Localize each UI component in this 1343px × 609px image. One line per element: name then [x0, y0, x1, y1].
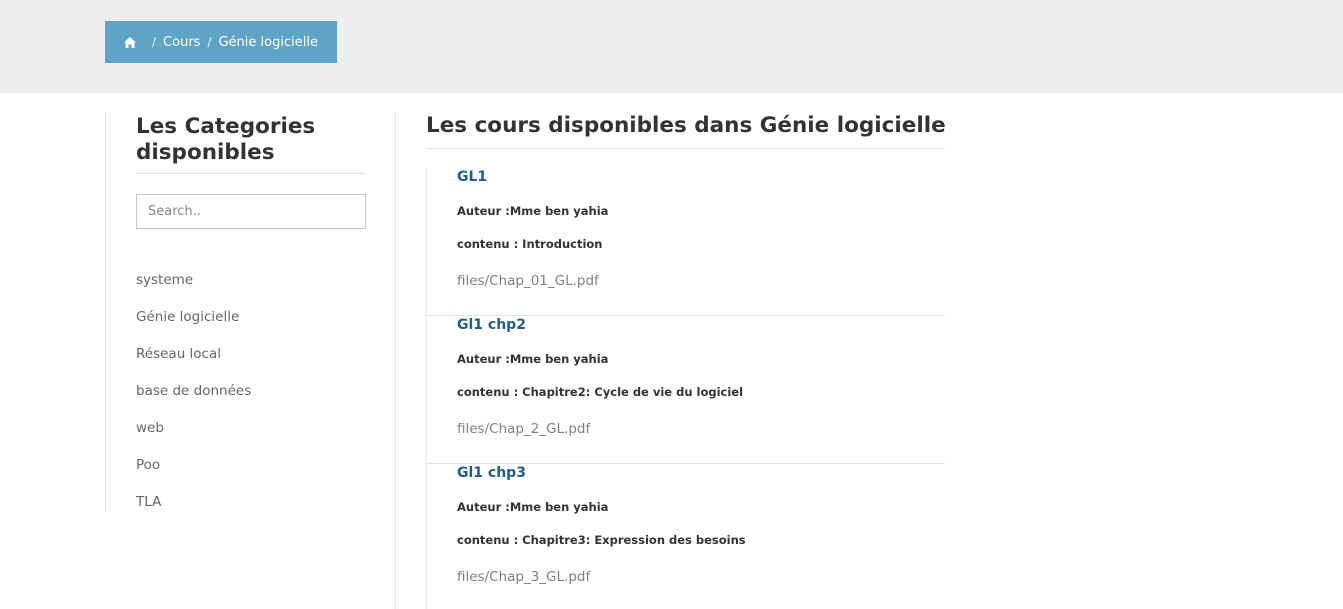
course-file-link[interactable]: files/Chap_2_GL.pdf [457, 420, 590, 438]
course-content: contenu : Chapitre2: Cycle de vie du log… [457, 385, 744, 399]
course-item: GL1 Auteur :Mme ben yahia contenu : Intr… [427, 168, 945, 316]
page-title: Les cours disponibles dans Génie logicie… [426, 113, 946, 138]
course-title-link[interactable]: GL1 [457, 168, 487, 186]
breadcrumb-item-current: Génie logicielle [218, 34, 318, 50]
category-item-reseau-local[interactable]: Réseau local [136, 344, 366, 381]
course-content: contenu : Introduction [457, 237, 603, 251]
category-item-base-de-donnees[interactable]: base de données [136, 381, 366, 418]
page-header-band: / Cours / Génie logicielle [0, 0, 1343, 93]
breadcrumb-separator: / [207, 35, 212, 49]
content-divider [395, 112, 396, 609]
search-input[interactable] [136, 194, 366, 229]
course-author: Auteur :Mme ben yahia [457, 352, 609, 366]
breadcrumb: / Cours / Génie logicielle [105, 21, 337, 63]
course-content: contenu : Chapitre3: Expression des beso… [457, 533, 746, 547]
category-item-systeme[interactable]: systeme [136, 270, 366, 307]
course-title-link[interactable]: Gl1 chp2 [457, 316, 526, 334]
title-divider [426, 148, 945, 149]
course-file-link[interactable]: files/Chap_3_GL.pdf [457, 568, 590, 586]
breadcrumb-item-cours[interactable]: Cours [163, 35, 200, 50]
course-author: Auteur :Mme ben yahia [457, 204, 609, 218]
categories-sidebar: Les Categories disponibles systeme Génie… [105, 112, 366, 512]
course-file-link[interactable]: files/Chap_01_GL.pdf [457, 272, 599, 290]
course-item: Gl1 chp3 Auteur :Mme ben yahia contenu :… [427, 464, 945, 609]
course-list: GL1 Auteur :Mme ben yahia contenu : Intr… [426, 168, 945, 609]
category-item-poo[interactable]: Poo [136, 455, 366, 492]
course-author: Auteur :Mme ben yahia [457, 500, 609, 514]
category-item-genie-logicielle[interactable]: Génie logicielle [136, 307, 366, 344]
category-item-web[interactable]: web [136, 418, 366, 455]
breadcrumb-separator: / [152, 35, 157, 49]
home-icon[interactable] [124, 36, 136, 48]
category-item-tla[interactable]: TLA [136, 492, 366, 529]
category-list: systeme Génie logicielle Réseau local ba… [136, 270, 366, 529]
course-item: Gl1 chp2 Auteur :Mme ben yahia contenu :… [427, 316, 945, 464]
sidebar-title: Les Categories disponibles [136, 114, 316, 165]
course-title-link[interactable]: Gl1 chp3 [457, 464, 526, 482]
sidebar-divider [136, 173, 366, 174]
courses-main: Les cours disponibles dans Génie logicie… [426, 112, 946, 609]
